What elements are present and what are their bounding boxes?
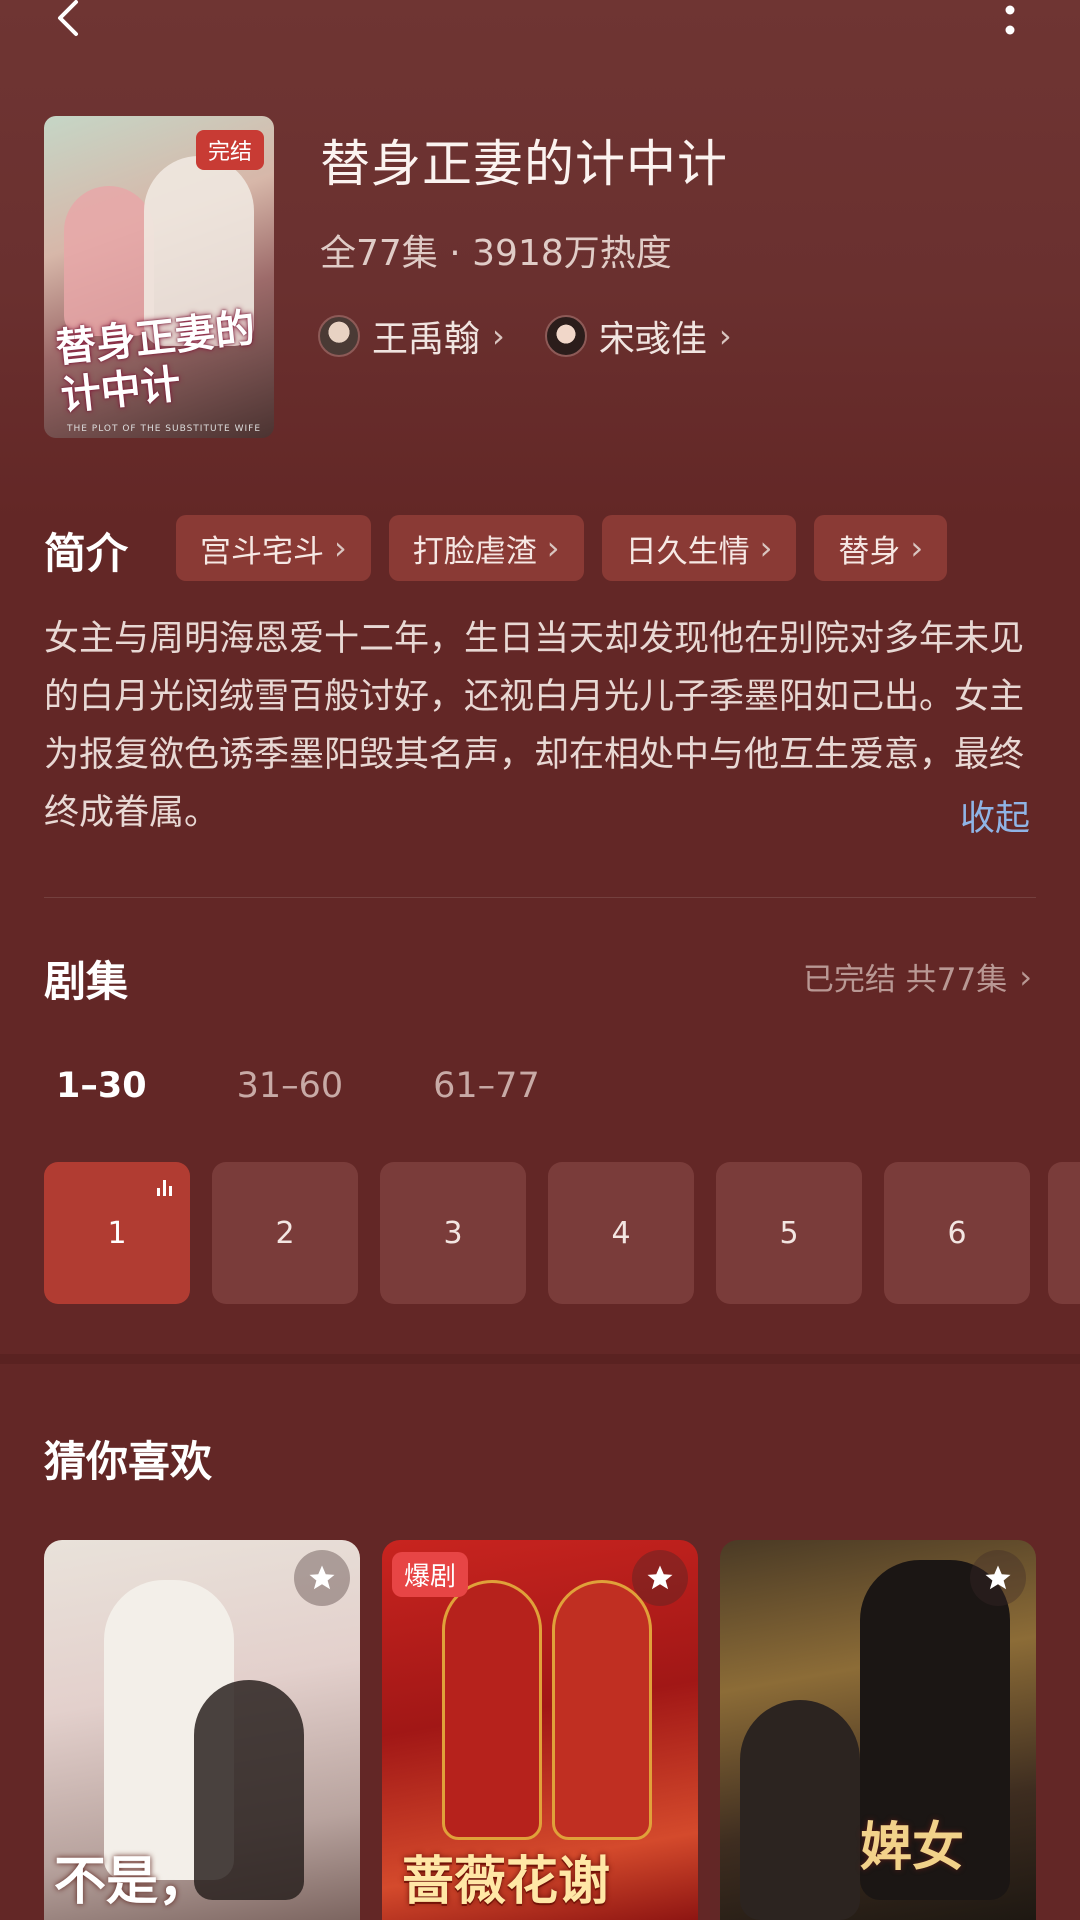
range-tab-61-77[interactable]: 61–77 [433, 1066, 540, 1106]
cover-title-art: 替身正妻的计中计 [53, 304, 258, 420]
divider [44, 897, 1036, 898]
drama-meta: 全77集 · 3918万热度 [320, 233, 672, 274]
chevron-right-icon: › [492, 317, 505, 355]
chevron-left-icon [58, 0, 78, 36]
actor-link[interactable]: 王禹翰 › [318, 310, 505, 362]
episode-number: 6 [947, 1215, 967, 1251]
back-button[interactable] [50, 0, 90, 40]
chevron-right-icon: › [334, 529, 347, 567]
cover-figure [64, 186, 154, 336]
tag-label: 替身 [838, 533, 901, 570]
cover-subtitle: THE PLOT OF THE SUBSTITUTE WIFE [66, 424, 262, 434]
intro-heading: 简介 [44, 529, 129, 578]
range-tab-31-60[interactable]: 31–60 [237, 1066, 344, 1106]
chevron-right-icon: › [546, 529, 560, 567]
tag-chip[interactable]: 日久生情 › [601, 515, 797, 581]
tag-chip[interactable]: 宫斗宅斗 › [176, 515, 371, 581]
favorite-button[interactable] [970, 1550, 1026, 1606]
actor-link[interactable]: 宋彧佳 › [544, 310, 732, 362]
tag-list: 宫斗宅斗 › 打脸虐渣 › 日久生情 › 替身 › [176, 515, 948, 581]
recommend-heading: 猜你喜欢 [44, 1437, 213, 1486]
poster-title-art: 蔷薇花谢 [402, 1851, 611, 1912]
range-tab-1-30[interactable]: 1–30 [56, 1066, 147, 1106]
section-separator [0, 1354, 1080, 1364]
drama-title: 替身正妻的计中计 [320, 135, 728, 193]
poster-title-art: 婢女 [860, 1817, 965, 1878]
episode-range-tabs: 1–30 31–60 61–77 [56, 1066, 540, 1106]
tag-label: 宫斗宅斗 [200, 533, 324, 570]
top-bar [0, 0, 1080, 60]
drama-description: 女主与周明海恩爱十二年，生日当天却发现他在别院对多年未见的白月光闵绒雪百般讨好，… [44, 619, 1025, 833]
actor-name: 宋彧佳 [598, 319, 707, 360]
poster-figure [552, 1580, 652, 1840]
avatar [318, 315, 360, 357]
poster-figure [442, 1580, 542, 1840]
tag-label: 打脸虐渣 [412, 533, 537, 570]
favorite-button[interactable] [632, 1550, 688, 1606]
episode-number: 2 [275, 1215, 295, 1251]
tag-chip[interactable]: 替身 › [814, 515, 948, 581]
poster-figure [740, 1700, 860, 1920]
episode-button[interactable]: 3 [380, 1162, 526, 1304]
recommend-card[interactable]: 婢女 [720, 1540, 1036, 1920]
actor-name: 王禹翰 [372, 319, 481, 360]
star-icon [647, 1565, 673, 1590]
chevron-right-icon: › [910, 529, 924, 567]
episode-number: 4 [611, 1215, 631, 1251]
episode-number: 3 [443, 1215, 463, 1251]
tag-chip[interactable]: 打脸虐渣 › [388, 515, 584, 581]
episode-button[interactable]: 2 [212, 1162, 358, 1304]
recommend-card[interactable]: 不是， [44, 1540, 360, 1920]
episodes-status-link[interactable]: 已完结 共77集 › [803, 954, 1032, 999]
episode-number: 5 [779, 1215, 799, 1251]
episode-grid: 1 2 3 4 5 6 [44, 1162, 1030, 1304]
hot-badge: 爆剧 [392, 1552, 469, 1597]
avatar [544, 315, 587, 357]
episode-button[interactable]: 5 [716, 1162, 862, 1304]
episode-button-current[interactable]: 1 [44, 1162, 190, 1304]
recommend-card[interactable]: 爆剧 蔷薇花谢 [382, 1540, 698, 1920]
tag-label: 日久生情 [625, 533, 750, 570]
episode-number: 1 [107, 1215, 127, 1251]
drama-cover[interactable]: 完结 替身正妻的计中计 THE PLOT OF THE SUBSTITUTE W… [44, 116, 274, 438]
chevron-right-icon: › [1019, 957, 1032, 996]
star-icon [309, 1565, 335, 1590]
episode-button[interactable]: 6 [884, 1162, 1030, 1304]
episode-button[interactable]: 4 [548, 1162, 694, 1304]
completed-badge: 完结 [195, 130, 264, 170]
chevron-right-icon: › [718, 317, 732, 355]
chevron-right-icon: › [759, 529, 773, 567]
more-vertical-icon [1005, 5, 1015, 35]
episodes-status: 已完结 共77集 [802, 962, 1008, 998]
poster-title-art: 不是， [54, 1851, 211, 1912]
collapse-button[interactable]: 收起 [960, 790, 1030, 841]
actor-list: 王禹翰 › 宋彧佳 › [318, 310, 732, 362]
more-button[interactable] [998, 0, 1028, 44]
episode-button-partial[interactable] [1048, 1162, 1080, 1304]
episodes-heading: 剧集 [44, 957, 129, 1006]
recommend-list: 不是， 爆剧 蔷薇花谢 婢女 [44, 1540, 1036, 1920]
star-icon [985, 1565, 1011, 1590]
playing-icon [157, 1180, 172, 1196]
favorite-button[interactable] [294, 1550, 350, 1606]
